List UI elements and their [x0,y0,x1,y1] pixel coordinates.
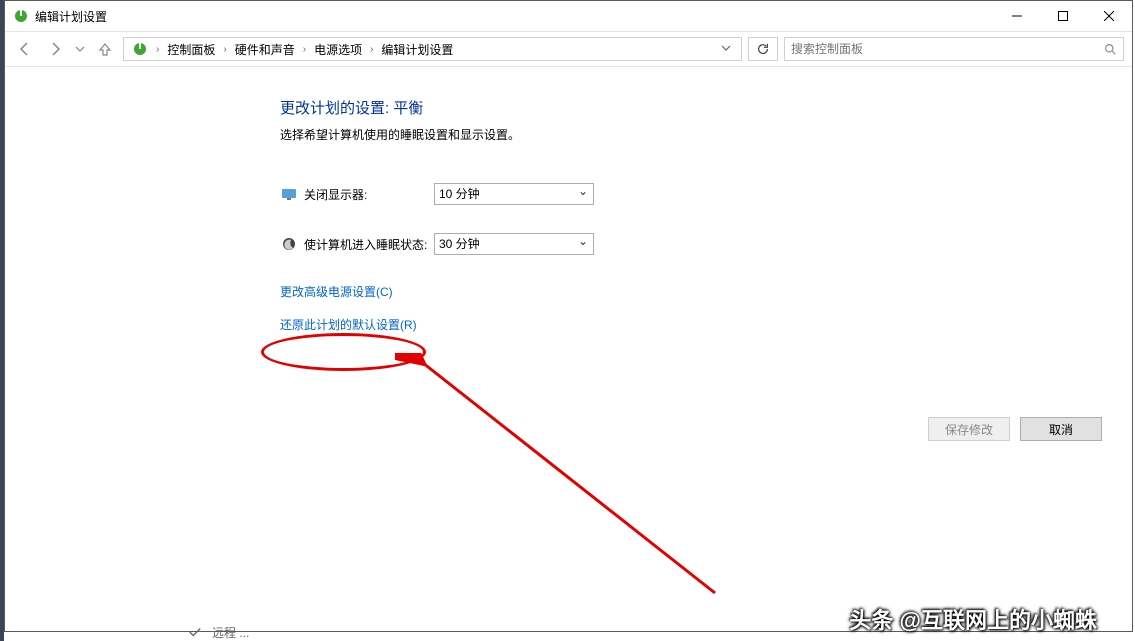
setting-label: 使计算机进入睡眠状态: [304,236,434,253]
breadcrumb-segment[interactable]: 电源选项 [310,38,366,60]
advanced-power-link[interactable]: 更改高级电源设置(C) [280,283,1132,300]
titlebar: 编辑计划设置 [5,1,1132,31]
power-options-icon [128,38,152,60]
sleep-icon [280,236,298,252]
page-heading: 更改计划的设置: 平衡 [280,97,1132,118]
maximize-button[interactable] [1040,1,1086,31]
address-bar[interactable]: › 控制面板 › 硬件和声音 › 电源选项 › 编辑计划设置 [123,37,742,61]
annotation-circle [261,333,426,371]
up-button[interactable] [93,37,117,61]
search-icon[interactable] [1097,43,1123,56]
breadcrumb-segment[interactable]: 控制面板 [163,38,219,60]
dialog-buttons: 保存修改 取消 [928,417,1102,441]
page-subtext: 选择希望计算机使用的睡眠设置和显示设置。 [280,126,1132,143]
power-options-icon [13,8,29,24]
back-button[interactable] [13,37,37,61]
save-button[interactable]: 保存修改 [928,417,1010,441]
chevron-right-icon: › [301,44,308,55]
content-area: 更改计划的设置: 平衡 选择希望计算机使用的睡眠设置和显示设置。 关闭显示器: … [5,67,1132,631]
sleep-timeout-select[interactable]: 30 分钟 [434,233,594,255]
close-button[interactable] [1086,1,1132,31]
address-dropdown[interactable] [715,42,737,56]
search-box[interactable] [784,37,1124,61]
breadcrumb-segment[interactable]: 编辑计划设置 [377,38,457,60]
chevron-right-icon: › [221,44,228,55]
cancel-button[interactable]: 取消 [1020,417,1102,441]
control-panel-window: 编辑计划设置 › [4,0,1133,632]
breadcrumb-segment[interactable]: 硬件和声音 [231,38,299,60]
search-input[interactable] [785,42,1097,56]
setting-row-display: 关闭显示器: 10 分钟 [280,183,1132,205]
setting-row-sleep: 使计算机进入睡眠状态: 30 分钟 [280,233,1132,255]
chevron-right-icon: › [368,44,375,55]
toolbar: › 控制面板 › 硬件和声音 › 电源选项 › 编辑计划设置 [5,31,1132,67]
window-title: 编辑计划设置 [35,8,107,25]
forward-button[interactable] [43,37,67,61]
taskbar-fragment: 远程 ... [188,623,249,641]
display-timeout-select[interactable]: 10 分钟 [434,183,594,205]
chevron-right-icon: › [154,44,161,55]
minimize-button[interactable] [994,1,1040,31]
recent-dropdown[interactable] [73,37,87,61]
refresh-button[interactable] [748,37,778,61]
setting-label: 关闭显示器: [304,186,434,203]
display-icon [280,186,298,202]
window-controls [994,1,1132,31]
annotation-arrow [395,353,735,613]
links-block: 更改高级电源设置(C) 还原此计划的默认设置(R) [280,283,1132,333]
restore-defaults-link[interactable]: 还原此计划的默认设置(R) [280,316,1132,333]
